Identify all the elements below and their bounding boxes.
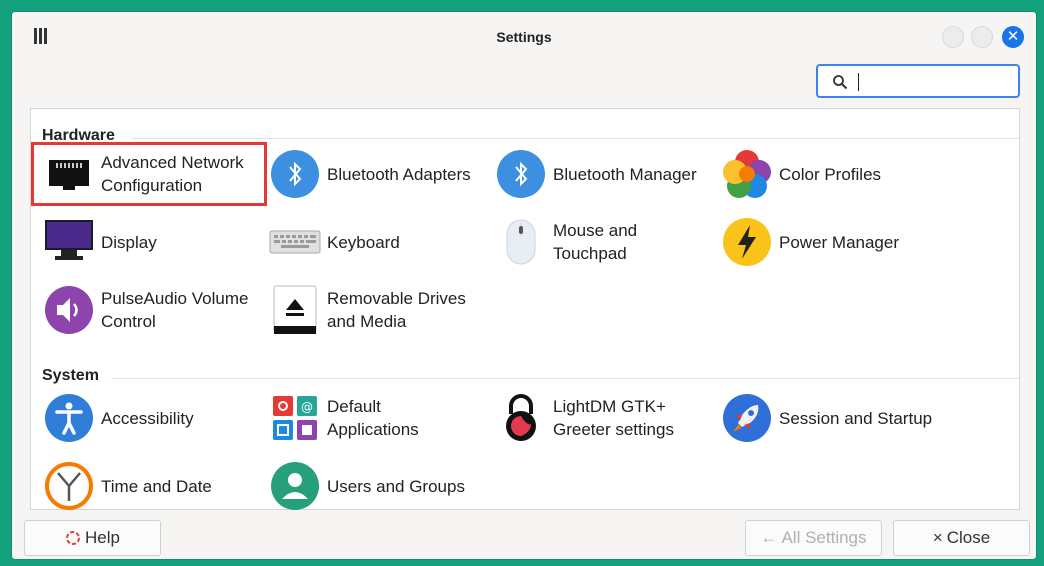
item-lightdm-greeter[interactable]: LightDM GTK+ Greeter settings xyxy=(495,389,719,447)
item-label: Keyboard xyxy=(327,232,400,252)
search-icon xyxy=(833,75,848,90)
bluetooth-icon xyxy=(497,150,545,198)
mouse-icon xyxy=(506,219,536,265)
all-settings-button[interactable]: ← All Settings xyxy=(745,520,882,556)
item-label: Bluetooth Adapters xyxy=(327,164,471,184)
section-label-system: System xyxy=(42,367,99,384)
item-time-date[interactable]: Time and Date xyxy=(43,457,267,515)
maximize-button[interactable] xyxy=(971,26,993,48)
color-profiles-icon xyxy=(723,150,771,198)
item-accessibility[interactable]: Accessibility xyxy=(43,389,267,447)
close-button[interactable]: × Close xyxy=(893,520,1030,556)
close-window-button[interactable]: ✕ xyxy=(1002,26,1024,48)
back-arrow-icon: ← xyxy=(760,528,778,547)
users-icon xyxy=(271,462,319,510)
rocket-icon xyxy=(723,394,771,442)
close-icon: × xyxy=(932,528,943,547)
svg-text:@: @ xyxy=(301,400,313,414)
volume-icon xyxy=(45,286,93,334)
item-display[interactable]: Display xyxy=(43,213,267,271)
accessibility-icon xyxy=(45,394,93,442)
item-label: Removable Drives and Media xyxy=(327,289,466,331)
item-default-applications[interactable]: @ Default Applications xyxy=(269,389,493,447)
item-label: Color Profiles xyxy=(779,164,882,184)
item-label: Display xyxy=(101,232,157,252)
all-settings-label: All Settings xyxy=(781,528,867,547)
item-label: Mouse and Touchpad xyxy=(553,221,638,263)
settings-panel: Hardware Advanced Network Configuration xyxy=(30,108,1020,510)
minimize-button[interactable] xyxy=(942,26,964,48)
item-bluetooth-adapters[interactable]: Bluetooth Adapters xyxy=(269,145,493,203)
item-label: Users and Groups xyxy=(327,476,465,496)
item-label: Accessibility xyxy=(101,408,194,428)
item-label: PulseAudio Volume Control xyxy=(101,289,249,331)
eject-icon xyxy=(273,285,317,334)
item-label: Default Applications xyxy=(327,397,419,439)
item-label: LightDM GTK+ Greeter settings xyxy=(553,397,674,439)
item-bluetooth-manager[interactable]: Bluetooth Manager xyxy=(495,145,719,203)
settings-window: Settings ✕ Hardware Advanced Network Con… xyxy=(12,12,1036,559)
item-keyboard[interactable]: Keyboard xyxy=(269,213,493,271)
close-label: Close xyxy=(946,528,991,547)
search-input[interactable] xyxy=(816,64,1020,98)
power-icon xyxy=(723,218,771,266)
item-mouse-touchpad[interactable]: Mouse and Touchpad xyxy=(495,213,719,271)
default-apps-icon: @ xyxy=(273,396,317,440)
item-label: Time and Date xyxy=(101,476,212,496)
item-label: Session and Startup xyxy=(779,408,933,428)
selection-highlight xyxy=(31,142,267,206)
item-session-startup[interactable]: Session and Startup xyxy=(721,389,945,447)
window-title: Settings xyxy=(496,29,552,45)
help-button[interactable]: Help xyxy=(24,520,161,556)
item-label: Power Manager xyxy=(779,232,900,252)
text-cursor xyxy=(858,73,859,91)
help-icon xyxy=(66,531,81,545)
title-bar: Settings ✕ xyxy=(12,12,1036,60)
item-power-manager[interactable]: Power Manager xyxy=(721,213,945,271)
help-label: Help xyxy=(85,528,120,547)
item-pulseaudio[interactable]: PulseAudio Volume Control xyxy=(43,281,267,339)
item-label: Bluetooth Manager xyxy=(553,164,697,184)
bluetooth-icon xyxy=(271,150,319,198)
item-removable-drives[interactable]: Removable Drives and Media xyxy=(269,281,493,339)
lock-icon xyxy=(506,394,536,441)
keyboard-icon xyxy=(269,230,321,254)
clock-icon xyxy=(45,462,93,510)
display-icon xyxy=(45,220,93,260)
item-color-profiles[interactable]: Color Profiles xyxy=(721,145,945,203)
item-users-groups[interactable]: Users and Groups xyxy=(269,457,493,515)
